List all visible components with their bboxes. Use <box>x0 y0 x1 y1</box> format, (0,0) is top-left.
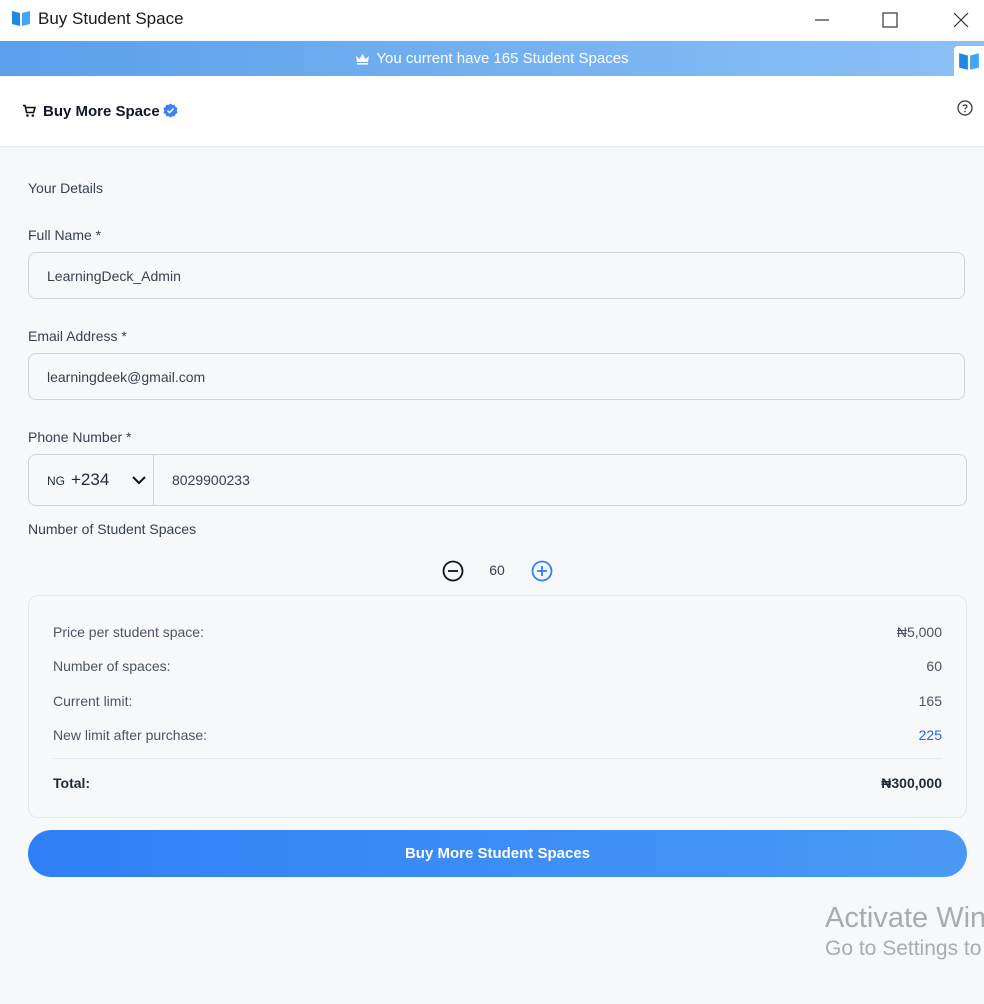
window-title: Buy Student Space <box>38 9 184 28</box>
summary-divider <box>53 758 942 759</box>
crown-icon <box>355 53 370 65</box>
banner-text: You current have 165 Student Spaces <box>376 50 629 67</box>
close-icon <box>953 12 969 28</box>
summary-row-price: Price per student space: ₦5,000 <box>53 624 942 640</box>
full-name-label: Full Name * <box>28 227 102 243</box>
spaces-count-label: Number of spaces: <box>53 658 171 674</box>
verified-badge-icon <box>163 103 178 123</box>
total-value: ₦300,000 <box>881 775 942 791</box>
decrement-button[interactable] <box>441 559 465 588</box>
phone-field: NG +234 8029900233 <box>28 454 967 506</box>
plus-circle-icon <box>531 560 553 582</box>
page-title: Buy More Space <box>43 103 160 120</box>
quantity-value: 60 <box>489 562 505 578</box>
minimize-button[interactable] <box>799 0 845 40</box>
price-value: ₦5,000 <box>896 624 942 640</box>
price-label: Price per student space: <box>53 624 204 640</box>
phone-number-value: 8029900233 <box>172 472 250 488</box>
watermark-line-2: Go to Settings to <box>825 937 982 960</box>
increment-button[interactable] <box>530 559 554 588</box>
full-name-value: LearningDeck_Admin <box>47 267 181 284</box>
title-bar: Buy Student Space <box>0 0 984 40</box>
dial-code: +234 <box>71 470 110 489</box>
summary-row-current: Current limit: 165 <box>53 693 942 709</box>
maximize-button[interactable] <box>867 0 913 40</box>
book-icon <box>954 46 984 76</box>
spaces-label: Number of Student Spaces <box>28 521 197 537</box>
full-name-field[interactable]: LearningDeck_Admin <box>28 252 965 299</box>
minus-circle-icon <box>442 560 464 582</box>
close-button[interactable] <box>938 0 984 40</box>
summary-row-new: New limit after purchase: 225 <box>53 727 942 743</box>
spaces-count-value: 60 <box>926 658 942 674</box>
help-icon[interactable] <box>957 100 973 121</box>
space-banner: You current have 165 Student Spaces <box>0 41 984 76</box>
current-limit-label: Current limit: <box>53 693 133 709</box>
email-label: Email Address * <box>28 328 127 344</box>
page-header: Buy More Space <box>0 76 984 147</box>
watermark-line-1: Activate Win <box>825 902 984 934</box>
activation-watermark: Activate Win Go to Settings to <box>825 902 984 961</box>
summary-row-spaces: Number of spaces: 60 <box>53 658 942 674</box>
cart-icon <box>22 104 37 123</box>
order-summary: Price per student space: ₦5,000 Number o… <box>28 595 967 818</box>
maximize-icon <box>882 12 898 28</box>
book-icon <box>11 8 31 28</box>
phone-number-input[interactable]: 8029900233 <box>154 455 250 505</box>
country-code: NG <box>47 474 65 488</box>
summary-row-total: Total: ₦300,000 <box>53 775 942 791</box>
minimize-icon <box>815 19 829 21</box>
buy-button[interactable]: Buy More Student Spaces <box>28 830 967 877</box>
country-code-select[interactable]: NG +234 <box>29 455 154 505</box>
phone-label: Phone Number * <box>28 429 132 445</box>
email-field[interactable]: learningdeek@gmail.com <box>28 353 965 400</box>
total-label: Total: <box>53 775 91 791</box>
section-title: Your Details <box>28 180 103 196</box>
new-limit-value: 225 <box>918 727 942 743</box>
current-limit-value: 165 <box>918 693 942 709</box>
quantity-stepper: 60 <box>441 559 554 583</box>
new-limit-label: New limit after purchase: <box>53 727 208 743</box>
email-value: learningdeek@gmail.com <box>47 368 206 385</box>
chevron-down-icon <box>131 472 147 493</box>
